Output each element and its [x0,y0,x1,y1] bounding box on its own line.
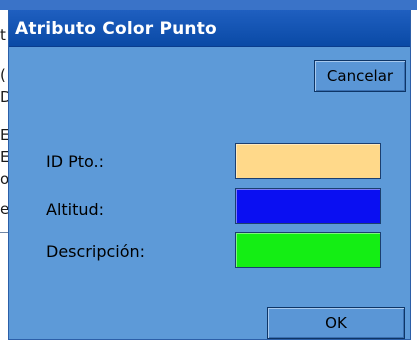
color-swatch-description[interactable] [235,232,381,268]
color-swatch-altitude[interactable] [235,188,381,224]
color-swatch-id[interactable] [235,143,381,179]
background-titlebar [0,0,417,10]
background-text-fragment: ( [0,66,6,84]
attribute-label-description: Descripción: [46,242,146,261]
dialog-titlebar[interactable]: Atributo Color Punto [9,10,410,47]
attribute-label-id: ID Pto.: [46,152,105,171]
ok-button[interactable]: OK [267,307,405,339]
attribute-label-altitude: Altitud: [46,200,105,219]
color-attribute-dialog: Atributo Color Punto Cancelar ID Pto.: A… [8,10,411,340]
cancel-button[interactable]: Cancelar [314,60,406,92]
dialog-title: Atributo Color Punto [15,19,217,39]
background-text-fragment: t [0,26,6,44]
